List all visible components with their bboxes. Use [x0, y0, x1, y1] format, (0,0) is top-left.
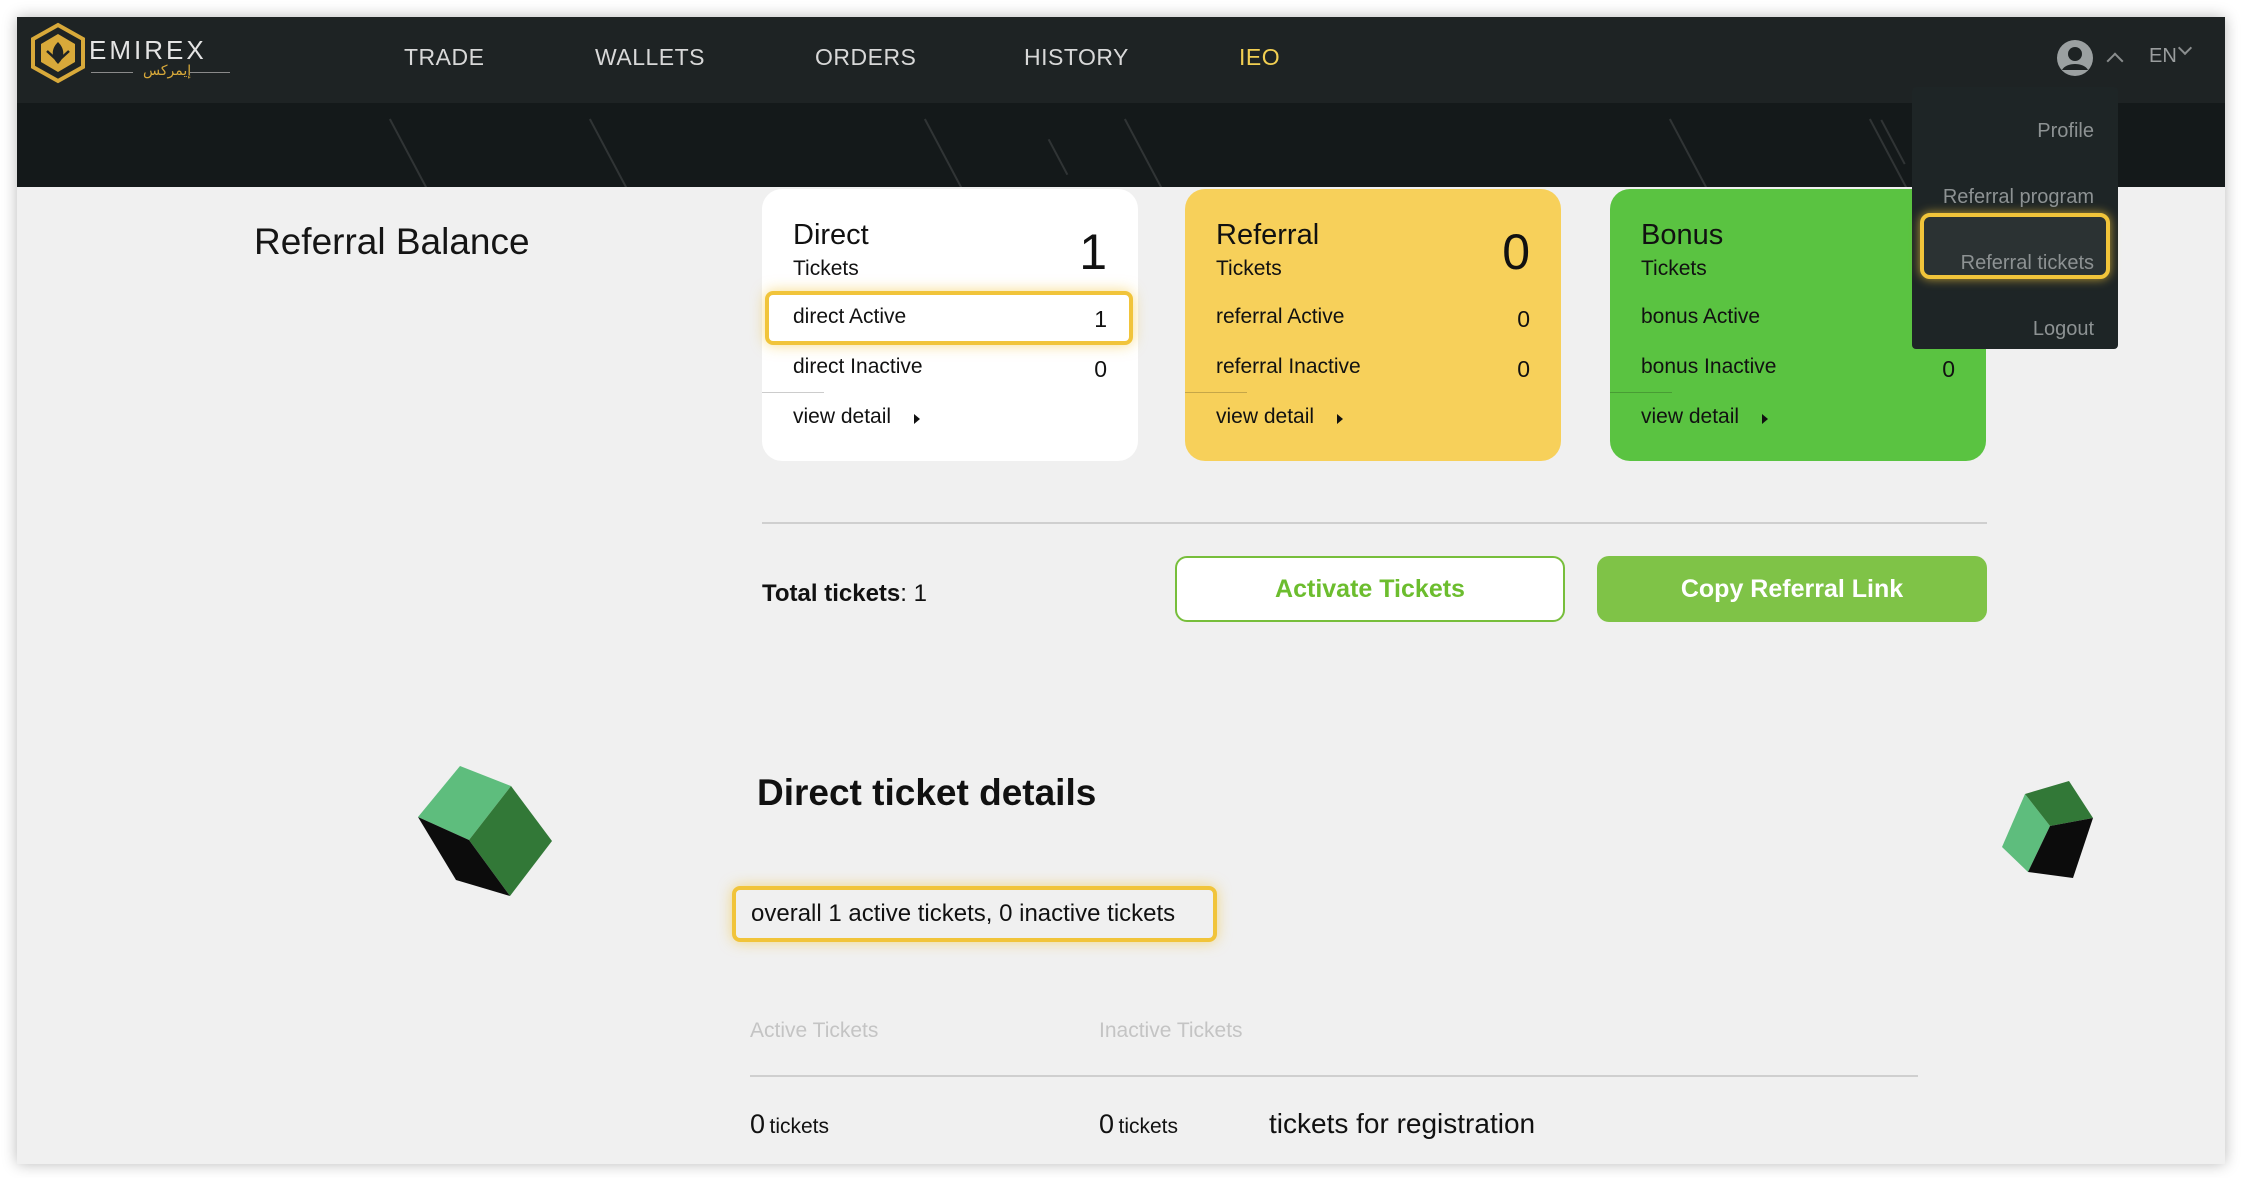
direct-tickets-card: Direct Tickets 1 direct Active 1 direct …	[762, 189, 1138, 461]
bonus-inactive-value: 0	[1942, 356, 1955, 382]
menu-item-profile[interactable]: Profile	[2037, 120, 2094, 143]
header-banner: EMIREX إيمركس TRADE WALLETS ORDERS HISTO…	[17, 17, 2225, 187]
registration-text: tickets for registration	[1269, 1108, 1536, 1139]
logo-underline-left	[91, 72, 133, 73]
user-icon	[2057, 40, 2093, 76]
card-title: Bonus	[1641, 219, 1724, 251]
language-selector[interactable]: EN	[2149, 45, 2177, 68]
user-dropdown-menu: Profile Referral program Referral ticket…	[1912, 87, 2118, 349]
tickets-unit: tickets	[769, 1115, 829, 1138]
divider	[1185, 392, 1247, 393]
referral-active-value: 0	[1517, 306, 1530, 332]
details-title: Direct ticket details	[757, 772, 1097, 813]
nav-orders[interactable]: ORDERS	[815, 44, 916, 71]
view-detail-link[interactable]: view detail	[793, 405, 891, 429]
active-tickets-cell: 0 tickets	[750, 1109, 829, 1140]
direct-inactive-label: direct Inactive	[793, 355, 923, 378]
menu-item-referral-program[interactable]: Referral program	[1943, 186, 2094, 209]
menu-item-logout[interactable]: Logout	[2033, 318, 2094, 341]
referral-tickets-card: Referral Tickets 0 referral Active 0 ref…	[1185, 189, 1561, 461]
caret-right-icon[interactable]	[1337, 414, 1343, 424]
inactive-count: 0	[1099, 1109, 1115, 1139]
cube-right-icon	[2002, 781, 2093, 878]
caret-right-icon[interactable]	[1762, 414, 1768, 424]
direct-inactive-value: 0	[1094, 356, 1107, 382]
nav-wallets[interactable]: WALLETS	[595, 44, 705, 71]
bonus-active-label: bonus Active	[1641, 305, 1761, 328]
caret-right-icon[interactable]	[914, 414, 920, 424]
card-subtitle: Tickets	[793, 257, 859, 280]
logo-subtext: إيمركس	[143, 63, 192, 79]
nav-history[interactable]: HISTORY	[1024, 44, 1129, 71]
app-window: EMIREX إيمركس TRADE WALLETS ORDERS HISTO…	[17, 17, 2225, 1164]
referral-inactive-label: referral Inactive	[1216, 355, 1361, 378]
card-subtitle: Tickets	[1641, 257, 1707, 280]
logo-underline-right	[190, 72, 230, 73]
column-header-active: Active Tickets	[750, 1019, 879, 1042]
total-tickets-label: Total tickets	[762, 580, 901, 607]
card-total: 1	[1079, 224, 1107, 280]
page-title: Referral Balance	[254, 221, 530, 262]
activate-tickets-button[interactable]: Activate Tickets	[1175, 556, 1565, 622]
inactive-tickets-cell: 0 tickets	[1099, 1109, 1178, 1140]
direct-active-value: 1	[1094, 306, 1107, 332]
top-nav: EMIREX إيمركس TRADE WALLETS ORDERS HISTO…	[17, 17, 2225, 103]
total-tickets: Total tickets: 1	[762, 580, 927, 608]
referral-active-label: referral Active	[1216, 305, 1345, 328]
chevron-down-icon[interactable]	[2177, 40, 2193, 56]
chevron-up-icon[interactable]	[2106, 52, 2124, 70]
section-divider	[762, 522, 1987, 524]
table-divider	[750, 1075, 1918, 1077]
direct-active-label: direct Active	[793, 305, 907, 328]
referral-inactive-value: 0	[1517, 356, 1530, 382]
total-tickets-value: : 1	[900, 580, 927, 607]
divider	[762, 392, 824, 393]
user-avatar-icon[interactable]	[2056, 39, 2094, 77]
emirex-logo[interactable]: EMIREX إيمركس	[25, 21, 245, 87]
card-subtitle: Tickets	[1216, 257, 1282, 280]
copy-referral-link-button[interactable]: Copy Referral Link	[1597, 556, 1987, 622]
divider	[1610, 392, 1672, 393]
view-detail-link[interactable]: view detail	[1641, 405, 1739, 429]
logo-text: EMIREX	[89, 35, 207, 65]
view-detail-link[interactable]: view detail	[1216, 405, 1314, 429]
nav-ieo[interactable]: IEO	[1239, 44, 1280, 71]
card-total: 0	[1502, 224, 1530, 280]
tickets-unit: tickets	[1118, 1115, 1178, 1138]
card-title: Referral	[1216, 219, 1320, 251]
cube-left-icon	[418, 766, 552, 896]
column-header-inactive: Inactive Tickets	[1099, 1019, 1243, 1042]
nav-trade[interactable]: TRADE	[404, 44, 484, 71]
menu-item-referral-tickets[interactable]: Referral tickets	[1961, 252, 2094, 275]
card-title: Direct	[793, 219, 869, 251]
active-count: 0	[750, 1109, 766, 1139]
overall-summary: overall 1 active tickets, 0 inactive tic…	[732, 886, 1217, 942]
bonus-inactive-label: bonus Inactive	[1641, 355, 1777, 378]
